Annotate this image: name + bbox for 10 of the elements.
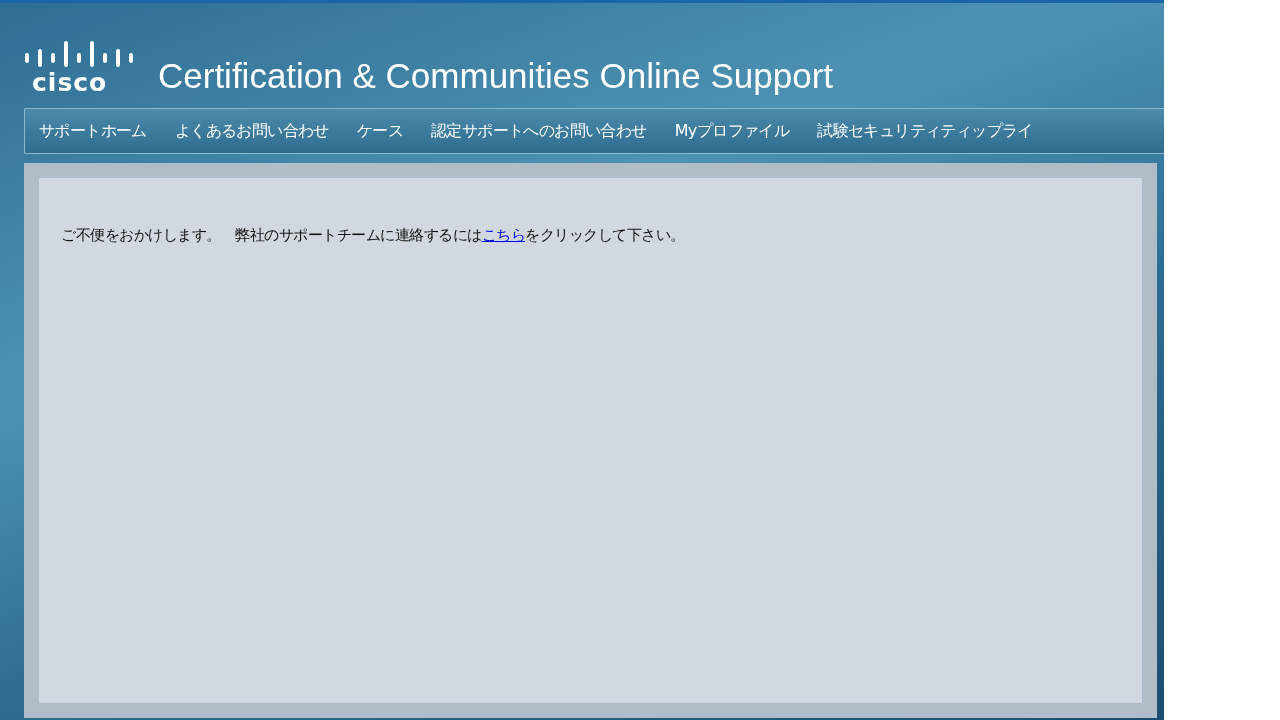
nav-link[interactable]: 認定サポートへのお問い合わせ [431,120,647,142]
nav-link[interactable]: よくあるお問い合わせ [174,120,329,142]
nav-link[interactable]: Myプロファイル [674,120,790,142]
site-title: Certification & Communities Online Support [158,58,833,95]
logo-wordmark: cisco [32,70,108,95]
nav-link[interactable]: 試験セキュリティティップライ [817,120,1033,142]
nav-link[interactable]: サポートホーム [39,120,147,142]
nav-link[interactable]: ケース [356,120,404,142]
contact-link[interactable]: こちら [481,226,525,244]
message-text: ご不便をおかけします。 弊社のサポートチームに連絡するにはこちらをクリックして下さい。 [61,226,686,245]
